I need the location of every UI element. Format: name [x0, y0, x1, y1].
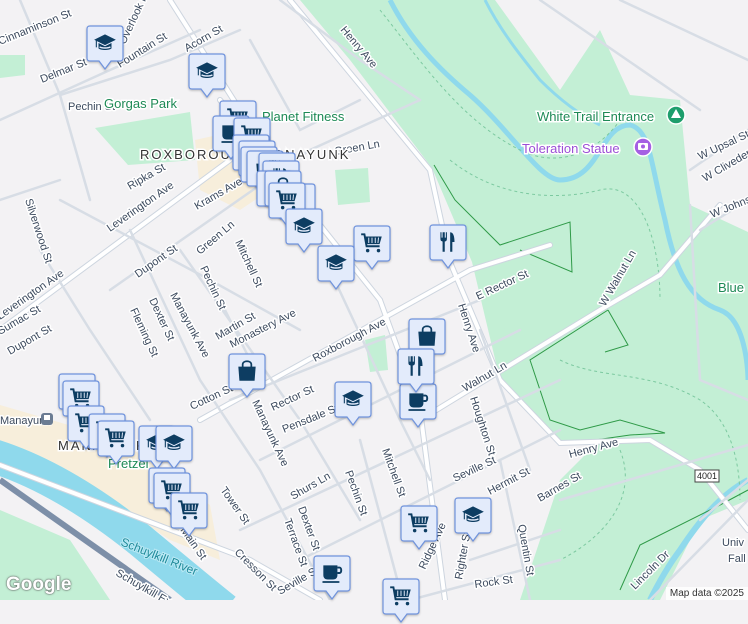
map-attribution[interactable]: Map data ©2025 — [666, 587, 748, 600]
svg-text:White Trail Entrance: White Trail Entrance — [537, 109, 654, 124]
marker-cart[interactable] — [97, 420, 135, 466]
svg-text:Hermit St: Hermit St — [486, 466, 532, 498]
marker-cafe[interactable] — [313, 555, 351, 601]
trail-entrance-pin[interactable] — [667, 106, 685, 124]
marker-school[interactable] — [188, 53, 226, 99]
svg-text:4001: 4001 — [697, 471, 717, 481]
google-logo: Google — [6, 574, 71, 596]
svg-text:Gorgas Park: Gorgas Park — [104, 96, 177, 111]
marker-cart[interactable] — [170, 492, 208, 538]
svg-text:Blue: Blue — [718, 280, 744, 295]
svg-text:Pechin St: Pechin St — [342, 469, 369, 517]
marker-restaurant[interactable] — [397, 348, 435, 394]
svg-text:Tower St: Tower St — [218, 485, 252, 527]
svg-text:Univ: Univ — [722, 537, 745, 549]
svg-text:Seville St: Seville St — [451, 454, 498, 484]
svg-text:Green Ln: Green Ln — [194, 219, 237, 258]
marker-school[interactable] — [317, 245, 355, 291]
marker-bag[interactable] — [228, 353, 266, 399]
marker-school[interactable] — [334, 381, 372, 427]
route-shield-4001: 4001 — [695, 470, 719, 482]
marker-cart[interactable] — [400, 505, 438, 551]
svg-text:Rock St: Rock St — [474, 574, 514, 591]
svg-text:W Johnson: W Johnson — [709, 189, 748, 221]
camera-pin[interactable] — [634, 138, 652, 156]
marker-school[interactable] — [454, 497, 492, 543]
svg-text:Fall: Fall — [728, 553, 746, 565]
marker-school[interactable] — [86, 25, 124, 71]
svg-text:Toleration Statue: Toleration Statue — [522, 141, 620, 156]
marker-school[interactable] — [155, 425, 193, 471]
train-station-icon — [41, 413, 53, 425]
svg-text:Silverwood St: Silverwood St — [22, 197, 54, 265]
svg-text:Houghton St: Houghton St — [467, 395, 497, 457]
svg-text:Planet Fitness: Planet Fitness — [262, 109, 345, 124]
marker-restaurant[interactable] — [429, 224, 467, 270]
marker-cart[interactable] — [382, 578, 420, 624]
svg-text:Pensdale St: Pensdale St — [281, 402, 341, 435]
marker-cart[interactable] — [353, 225, 391, 271]
map-canvas[interactable]: 4001 Henry Ave Cinnaminson St Overlook R… — [0, 0, 748, 600]
svg-text:Mitchell St: Mitchell St — [232, 238, 264, 289]
